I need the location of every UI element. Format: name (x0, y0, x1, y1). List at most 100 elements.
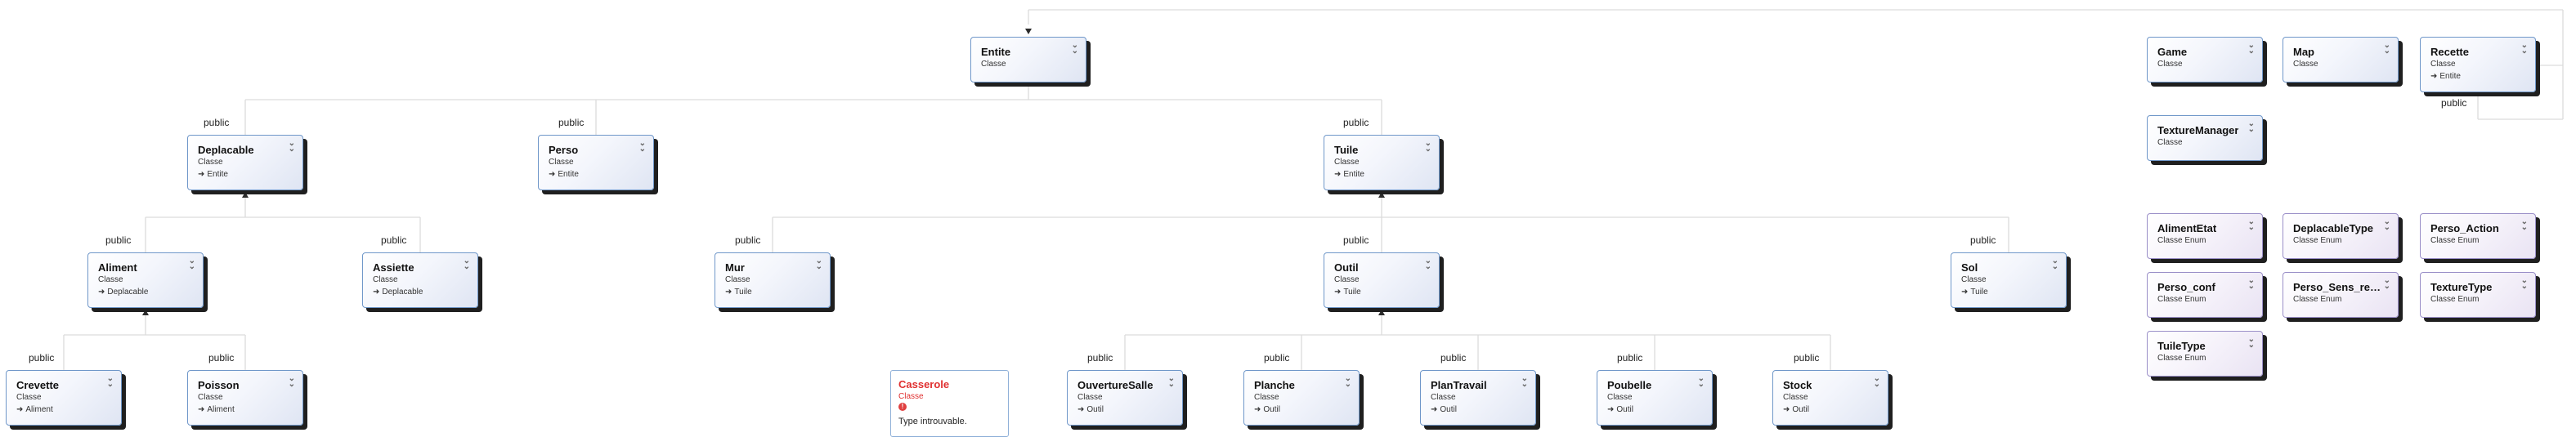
expand-chevron-icon[interactable]: ⌄ ⌄ (289, 140, 295, 154)
edge-label-crevette: public (29, 352, 55, 363)
inherits-arrow-icon: ➜ (2430, 72, 2438, 81)
expand-chevron-icon[interactable]: ⌄ ⌄ (464, 257, 470, 271)
expand-chevron-icon[interactable]: ⌄ ⌄ (1345, 375, 1351, 389)
class-name: Poubelle (1607, 379, 1652, 391)
enum-name: AlimentEtat (2157, 222, 2217, 234)
error-icon: ! (898, 403, 907, 411)
class-outil[interactable]: Outil Classe ➜ Tuile ⌄ ⌄ (1324, 252, 1440, 308)
expand-chevron-icon[interactable]: ⌄ ⌄ (1425, 257, 1431, 271)
expand-chevron-icon[interactable]: ⌄ ⌄ (1521, 375, 1528, 389)
expand-chevron-icon[interactable]: ⌄ ⌄ (1874, 375, 1880, 389)
class-name: Poisson (198, 379, 240, 391)
class-kind: Classe (2157, 60, 2183, 69)
class-stock[interactable]: Stock Classe ➜ Outil ⌄ ⌄ (1772, 370, 1888, 426)
arrowhead-aliment (142, 310, 149, 315)
expand-chevron-icon[interactable]: ⌄ ⌄ (2248, 336, 2255, 350)
edge-label-planche: public (1264, 352, 1290, 363)
enum-persoaction[interactable]: Perso_Action Classe Enum ⌄ ⌄ (2420, 213, 2536, 259)
class-diagram: Entite Classe ⌄ ⌄ Deplacable Classe ➜ Enti… (0, 0, 2576, 446)
base-class-label: ➜ Outil (1431, 405, 1457, 414)
edge-label-ouverturesalle: public (1087, 352, 1113, 363)
class-kind: Classe (981, 60, 1006, 69)
class-kind: Classe (1783, 393, 1808, 402)
class-planche[interactable]: Planche Classe ➜ Outil ⌄ ⌄ (1243, 370, 1360, 426)
expand-chevron-icon[interactable]: ⌄ ⌄ (2521, 277, 2528, 291)
enum-kind: Classe Enum (2430, 295, 2480, 304)
base-class-label: ➜ Deplacable (98, 288, 149, 297)
class-kind: Classe (898, 392, 924, 401)
expand-chevron-icon[interactable]: ⌄ ⌄ (2248, 120, 2255, 134)
class-recette[interactable]: Recette Classe ➜ Entite ⌄ ⌄ (2420, 37, 2536, 92)
expand-chevron-icon[interactable]: ⌄ ⌄ (289, 375, 295, 389)
enum-persoconf[interactable]: Perso_conf Classe Enum ⌄ ⌄ (2147, 272, 2263, 318)
arrowhead-outil (1378, 310, 1385, 315)
expand-chevron-icon[interactable]: ⌄ ⌄ (2384, 277, 2390, 291)
expand-chevron-icon[interactable]: ⌄ ⌄ (639, 140, 646, 154)
enum-kind: Classe Enum (2157, 236, 2206, 245)
class-perso[interactable]: Perso Classe ➜ Entite ⌄ ⌄ (538, 135, 654, 190)
expand-chevron-icon[interactable]: ⌄ ⌄ (2384, 218, 2390, 232)
class-kind: Classe (1431, 393, 1456, 402)
expand-chevron-icon[interactable]: ⌄ ⌄ (816, 257, 822, 271)
expand-chevron-icon[interactable]: ⌄ ⌄ (2521, 42, 2528, 56)
class-kind: Classe (373, 275, 398, 284)
class-mur[interactable]: Mur Classe ➜ Tuile ⌄ ⌄ (715, 252, 831, 308)
class-name: Map (2293, 46, 2314, 58)
class-poisson[interactable]: Poisson Classe ➜ Aliment ⌄ ⌄ (187, 370, 303, 426)
edge-label-assiette: public (381, 234, 407, 246)
class-poubelle[interactable]: Poubelle Classe ➜ Outil ⌄ ⌄ (1597, 370, 1713, 426)
enum-kind: Classe Enum (2293, 295, 2342, 304)
enum-kind: Classe Enum (2157, 354, 2206, 363)
class-kind: Classe (725, 275, 750, 284)
class-plantravail[interactable]: PlanTravail Classe ➜ Outil ⌄ ⌄ (1420, 370, 1536, 426)
expand-chevron-icon[interactable]: ⌄ ⌄ (2052, 257, 2059, 271)
expand-chevron-icon[interactable]: ⌄ ⌄ (2248, 277, 2255, 291)
enum-persosens[interactable]: Perso_Sens_rega... Classe Enum ⌄ ⌄ (2283, 272, 2399, 318)
base-class-label: ➜ Entite (198, 170, 228, 179)
inherits-arrow-icon: ➜ (1961, 288, 1969, 297)
class-crevette[interactable]: Crevette Classe ➜ Aliment ⌄ ⌄ (6, 370, 122, 426)
expand-chevron-icon[interactable]: ⌄ ⌄ (2248, 42, 2255, 56)
class-entite[interactable]: Entite Classe ⌄ ⌄ (970, 37, 1086, 83)
expand-chevron-icon[interactable]: ⌄ ⌄ (2384, 42, 2390, 56)
enum-deplacabletype[interactable]: DeplacableType Classe Enum ⌄ ⌄ (2283, 213, 2399, 259)
class-map[interactable]: Map Classe ⌄ ⌄ (2283, 37, 2399, 83)
class-ouverturesalle[interactable]: OuvertureSalle Classe ➜ Outil ⌄ ⌄ (1067, 370, 1183, 426)
enum-kind: Classe Enum (2157, 295, 2206, 304)
expand-chevron-icon[interactable]: ⌄ ⌄ (2248, 218, 2255, 232)
expand-chevron-icon[interactable]: ⌄ ⌄ (1168, 375, 1175, 389)
expand-chevron-icon[interactable]: ⌄ ⌄ (1072, 42, 1078, 56)
expand-chevron-icon[interactable]: ⌄ ⌄ (1698, 375, 1705, 389)
expand-chevron-icon[interactable]: ⌄ ⌄ (189, 257, 195, 271)
base-class-label: ➜ Deplacable (373, 288, 423, 297)
class-tuile[interactable]: Tuile Classe ➜ Entite ⌄ ⌄ (1324, 135, 1440, 190)
inherits-arrow-icon: ➜ (1783, 405, 1790, 414)
expand-chevron-icon[interactable]: ⌄ ⌄ (1425, 140, 1431, 154)
class-texturemanager[interactable]: TextureManager Classe ⌄ ⌄ (2147, 115, 2263, 161)
enum-alimentetat[interactable]: AlimentEtat Classe Enum ⌄ ⌄ (2147, 213, 2263, 259)
class-name: Deplacable (198, 144, 254, 156)
expand-chevron-icon[interactable]: ⌄ ⌄ (2521, 218, 2528, 232)
class-name: Game (2157, 46, 2188, 58)
class-assiette[interactable]: Assiette Classe ➜ Deplacable ⌄ ⌄ (362, 252, 478, 308)
expand-chevron-icon[interactable]: ⌄ ⌄ (107, 375, 114, 389)
base-class-label: ➜ Outil (1077, 405, 1104, 414)
class-sol[interactable]: Sol Classe ➜ Tuile ⌄ ⌄ (1951, 252, 2067, 308)
class-name: OuvertureSalle (1077, 379, 1154, 391)
class-kind: Classe (549, 158, 574, 167)
class-game[interactable]: Game Classe ⌄ ⌄ (2147, 37, 2263, 83)
class-aliment[interactable]: Aliment Classe ➜ Deplacable ⌄ ⌄ (87, 252, 204, 308)
class-name: Sol (1961, 261, 1978, 274)
class-kind: Classe (16, 393, 42, 402)
enum-kind: Classe Enum (2430, 236, 2480, 245)
enum-tuiletype[interactable]: TuileType Classe Enum ⌄ ⌄ (2147, 331, 2263, 377)
class-name: Planche (1254, 379, 1295, 391)
base-class-label: ➜ Entite (2430, 72, 2461, 81)
enum-texturetype[interactable]: TextureType Classe Enum ⌄ ⌄ (2420, 272, 2536, 318)
arrowhead-deplacable (242, 192, 249, 198)
edge-label-poubelle: public (1617, 352, 1643, 363)
edge-label-recette: public (2441, 97, 2467, 109)
missing-type-casserole[interactable]: Casserole Classe ! Type introuvable. (890, 370, 1009, 437)
enum-name: DeplacableType (2293, 222, 2374, 234)
class-deplacable[interactable]: Deplacable Classe ➜ Entite ⌄ ⌄ (187, 135, 303, 190)
